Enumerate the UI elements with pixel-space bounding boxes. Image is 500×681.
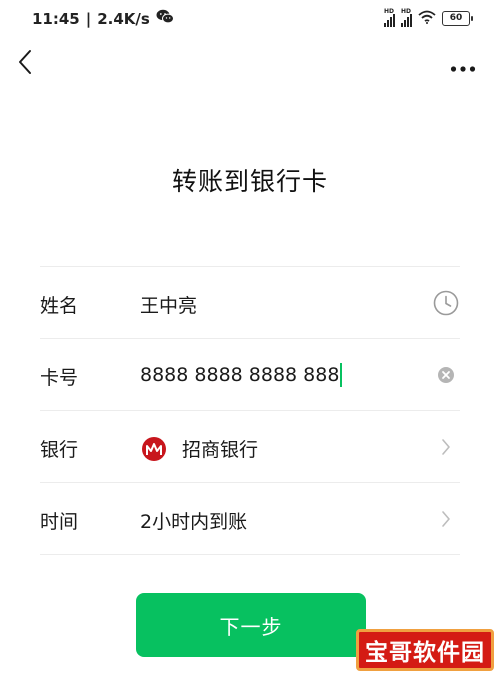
status-network-speed: 2.4K/s [97, 9, 150, 28]
clear-icon [438, 367, 454, 383]
transfer-form: 姓名 王中亮 卡号 8888 8888 8888 888 银行 招商银行 时间 … [40, 266, 460, 555]
back-button[interactable] [14, 48, 38, 76]
signal-icon: HD [384, 7, 395, 27]
name-row: 姓名 王中亮 [40, 266, 460, 338]
battery-indicator: 60 [442, 11, 473, 26]
more-dots-icon [450, 66, 476, 72]
time-row[interactable]: 时间 2小时内到账 [40, 482, 460, 555]
bank-name: 招商银行 [182, 439, 259, 461]
signal-hd-label: HD [384, 7, 395, 15]
history-button[interactable] [432, 289, 460, 317]
name-label: 姓名 [40, 295, 79, 317]
next-step-button[interactable]: 下一步 [136, 593, 366, 657]
card-row: 卡号 8888 8888 8888 888 [40, 338, 460, 410]
bank-label: 银行 [40, 439, 79, 461]
clear-button[interactable] [432, 361, 460, 389]
bank-value: 招商银行 [140, 435, 258, 462]
status-right: HD HD 60 [384, 7, 473, 28]
card-number-text: 8888 8888 8888 888 [140, 364, 340, 386]
status-bar: 11:45 | 2.4K/s HD HD 60 [0, 0, 500, 40]
page-title: 转账到银行卡 [171, 167, 328, 196]
card-label: 卡号 [40, 367, 79, 389]
card-number-input[interactable]: 8888 8888 8888 888 [140, 363, 343, 387]
chevron-right-icon [442, 439, 450, 455]
chevron-left-icon [19, 50, 31, 74]
bank-row[interactable]: 银行 招商银行 [40, 410, 460, 482]
chevron-right-icon [442, 511, 450, 527]
time-chevron [432, 505, 460, 533]
bank-chevron [432, 433, 460, 461]
status-left: 11:45 | 2.4K/s [32, 9, 174, 28]
signal-hd-label: HD [401, 7, 412, 15]
watermark-logo: 宝哥软件园 [356, 629, 494, 671]
wechat-icon [156, 9, 174, 28]
text-cursor [340, 363, 343, 387]
status-separator: | [85, 9, 92, 28]
more-button[interactable] [450, 58, 476, 72]
wifi-icon [418, 9, 436, 28]
status-time: 11:45 [32, 9, 80, 28]
time-label: 时间 [40, 511, 79, 533]
name-input[interactable]: 王中亮 [140, 291, 197, 318]
bank-logo-icon [142, 436, 166, 461]
clock-icon [433, 290, 459, 316]
time-value: 2小时内到账 [140, 511, 248, 533]
signal-icon: HD [401, 7, 412, 27]
